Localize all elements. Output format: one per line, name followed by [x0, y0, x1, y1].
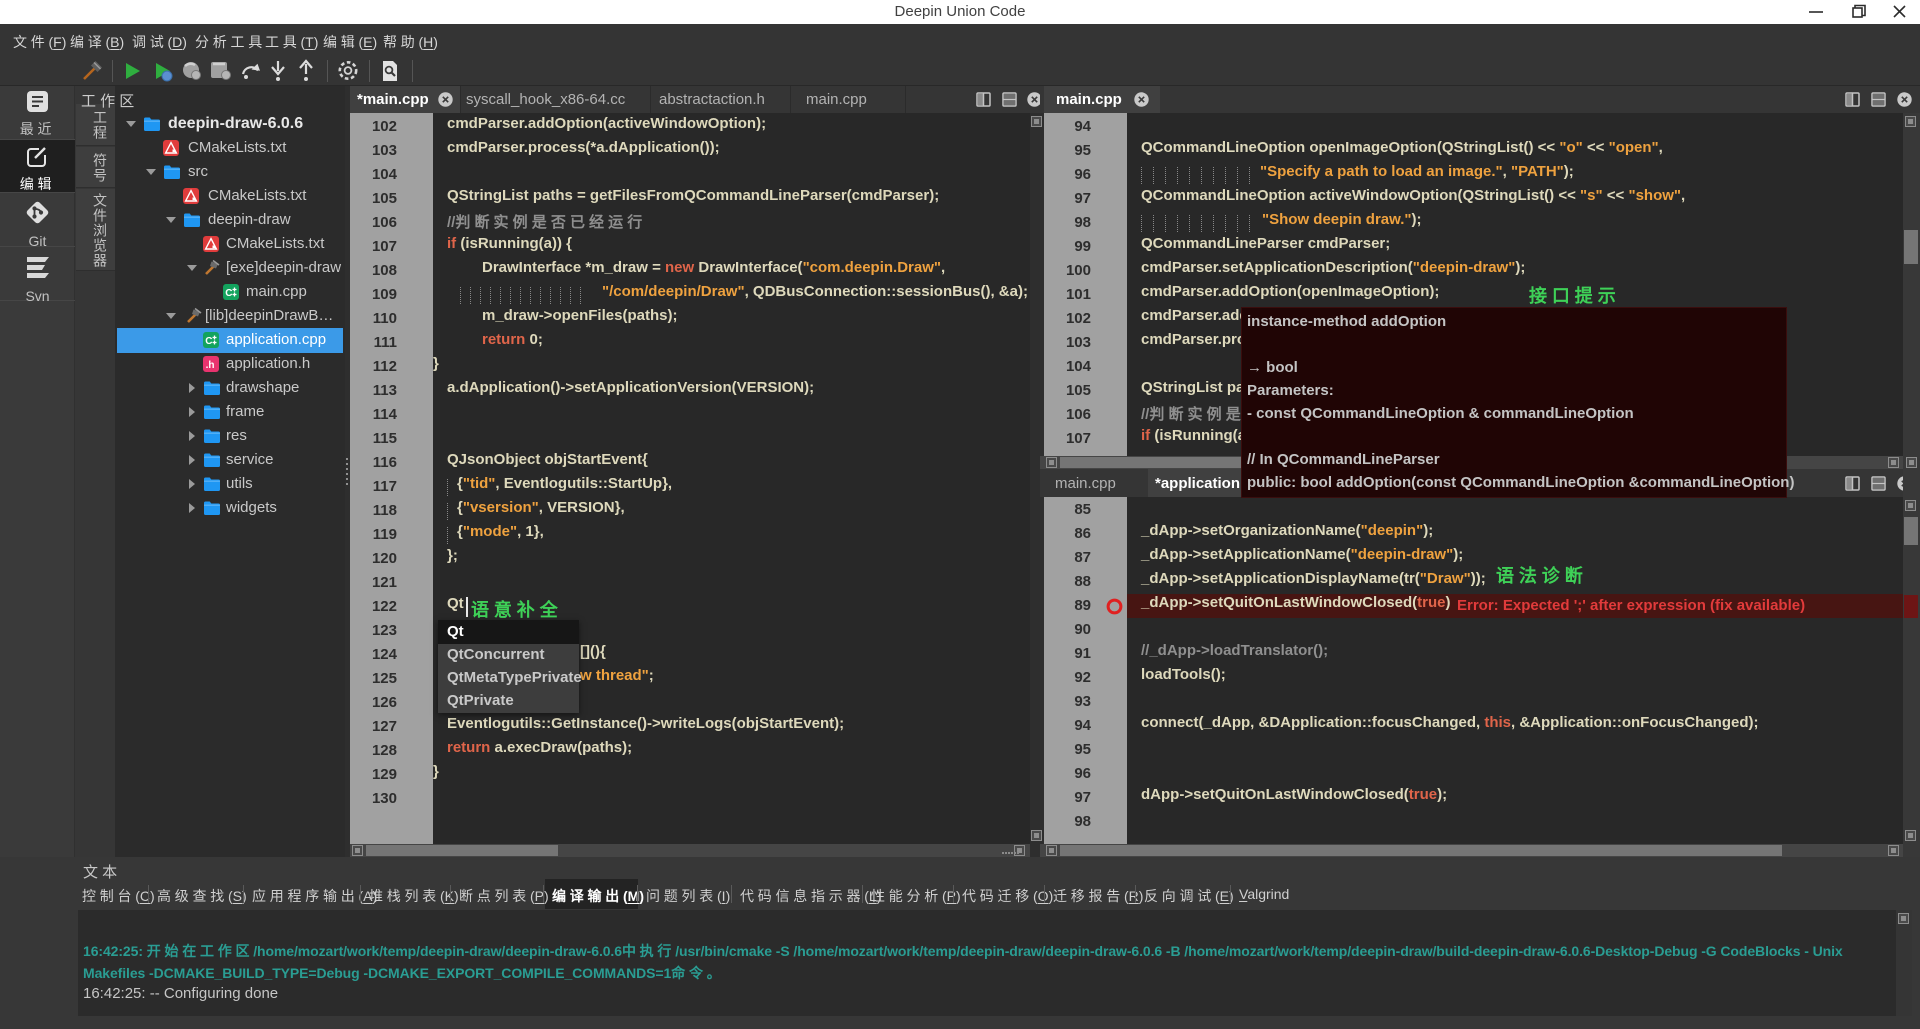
- svg-text:C: C: [205, 336, 212, 347]
- svg-text:.h: .h: [206, 360, 215, 371]
- svg-text:C: C: [225, 288, 232, 299]
